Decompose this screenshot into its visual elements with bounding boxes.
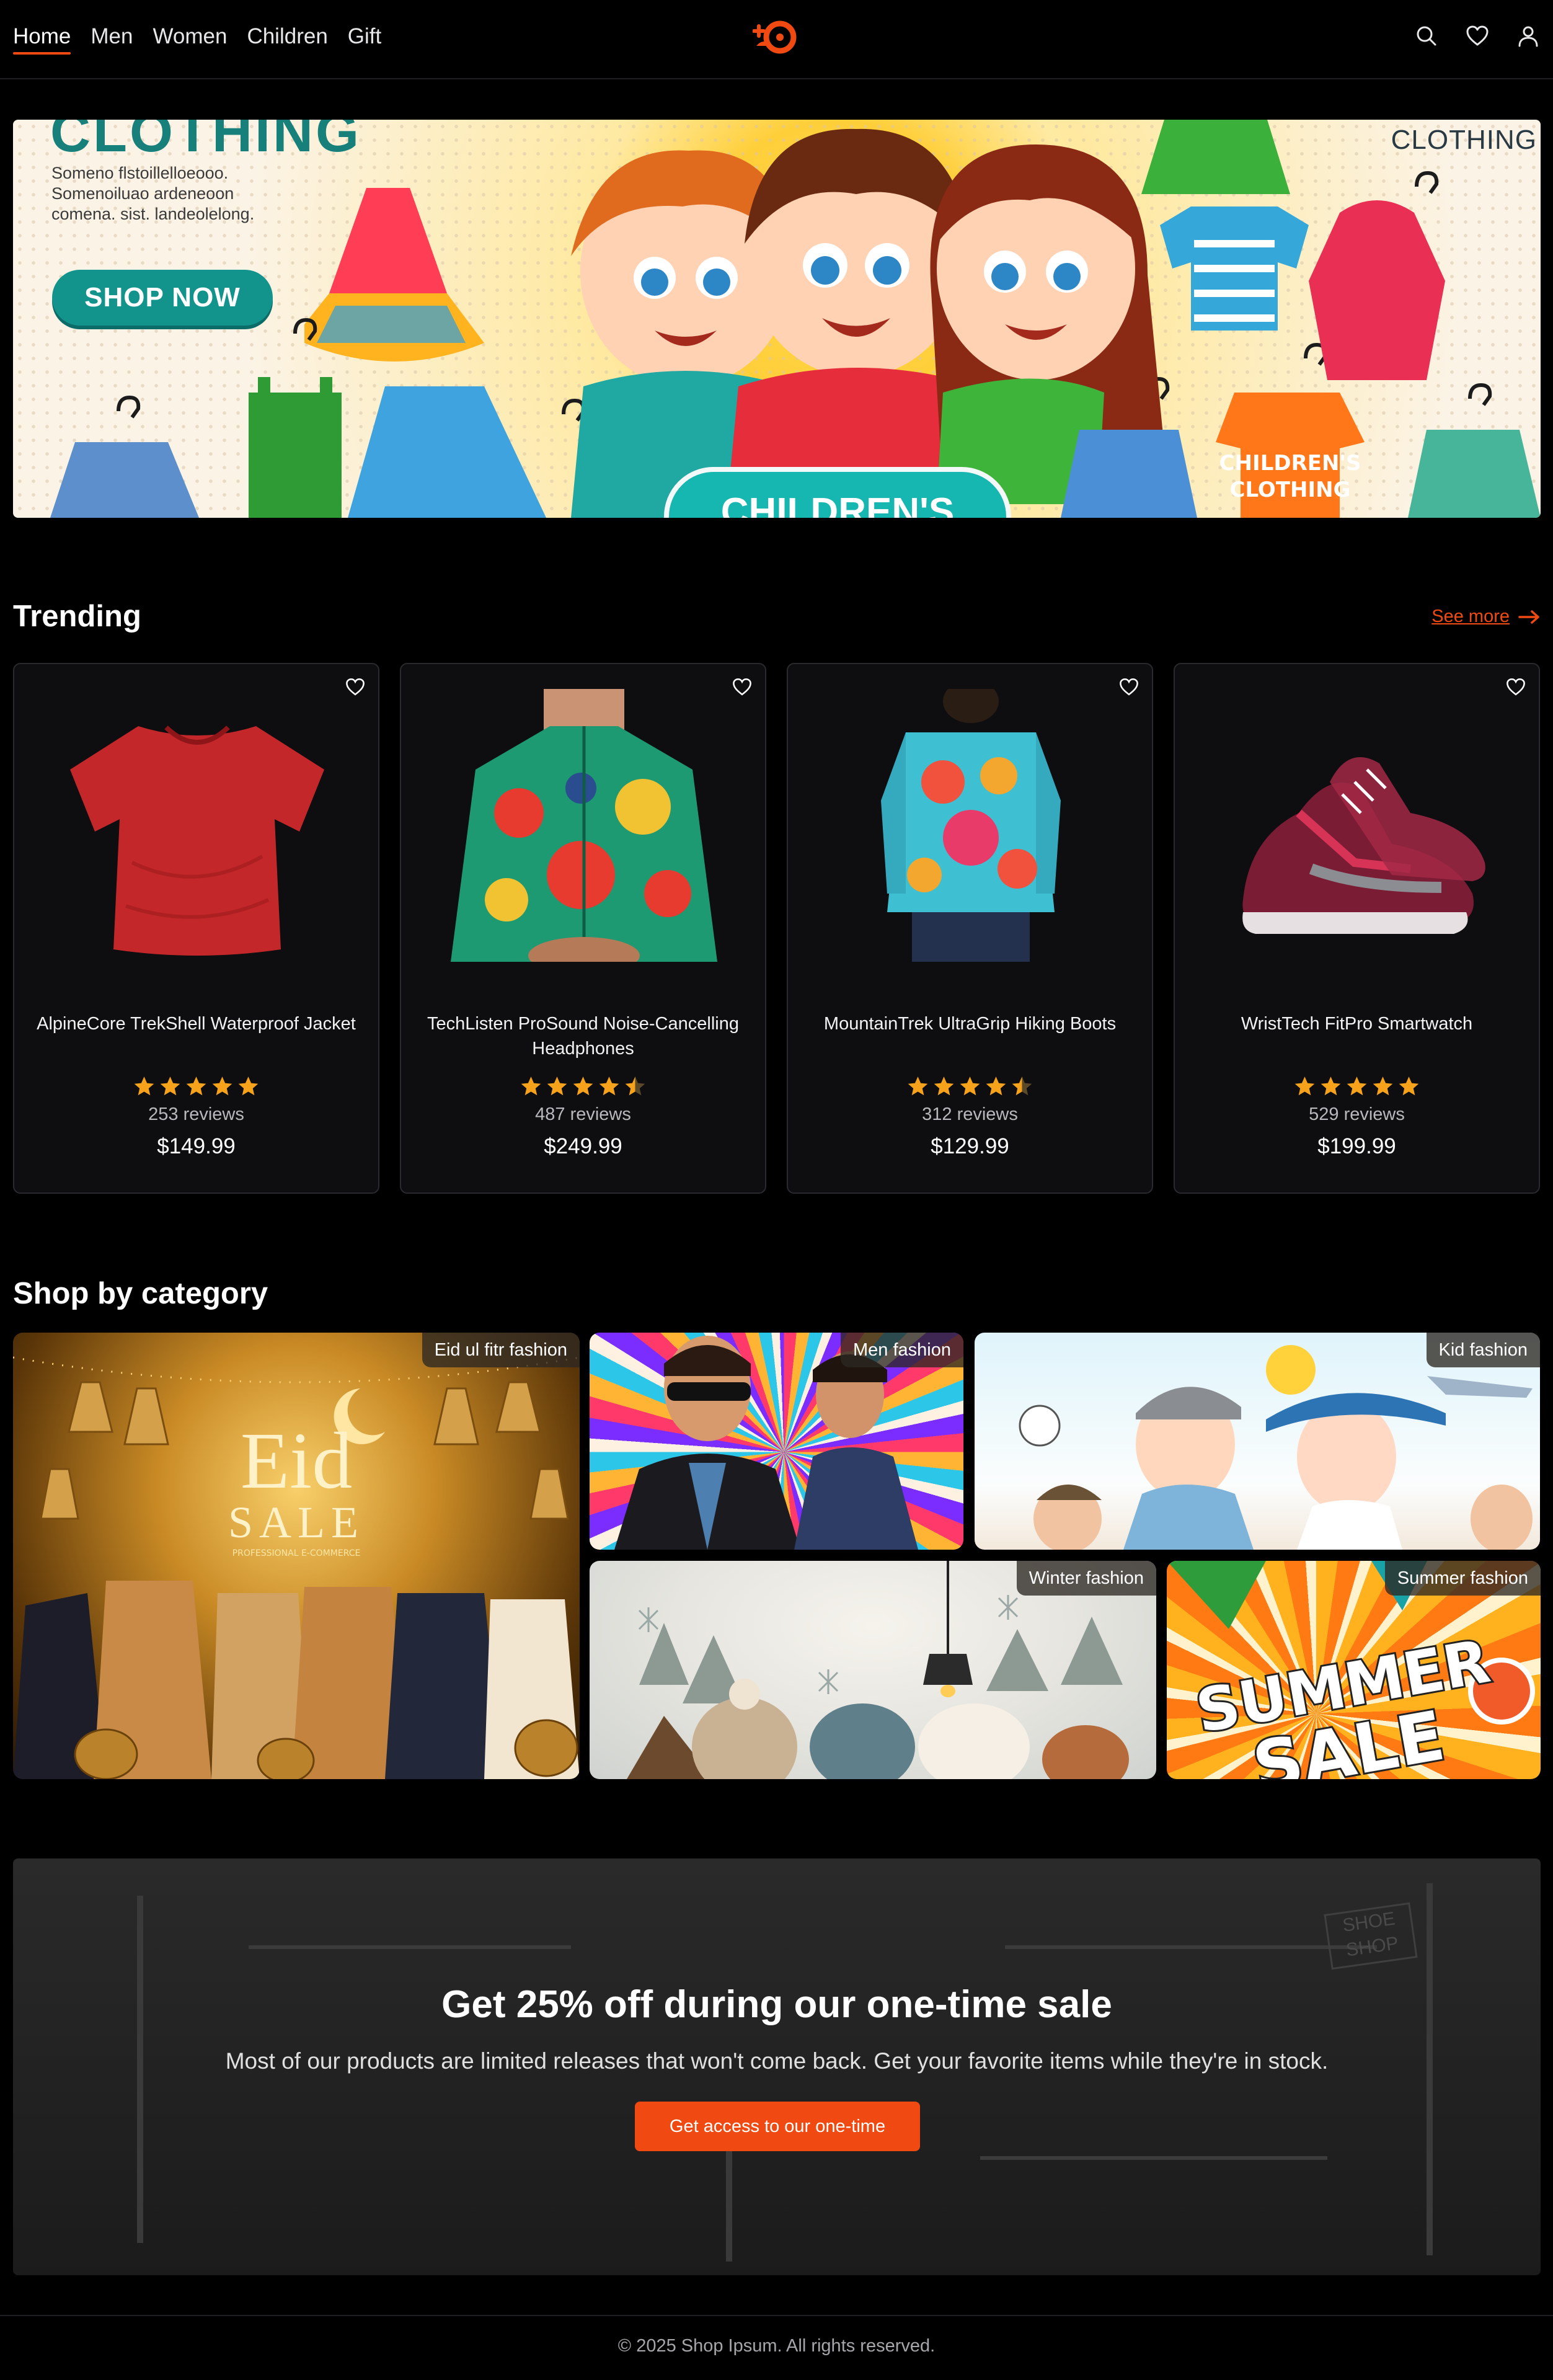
product-name[interactable]: MountainTrek UltraGrip Hiking Boots: [800, 1011, 1139, 1036]
product-card[interactable]: AlpineCore TrekShell Waterproof Jacket 2…: [13, 663, 379, 1194]
product-image-patterned-shirt[interactable]: [819, 689, 1123, 962]
rating-stars: [1175, 1075, 1539, 1098]
header-actions: [1414, 24, 1541, 48]
store-shelf: [980, 2156, 1327, 2160]
nav-men[interactable]: Men: [91, 21, 133, 52]
trending-title: Trending: [13, 600, 141, 633]
eid-artwork: Eid SALE PROFESSIONAL E-COMMERCE: [13, 1356, 580, 1779]
review-count: 312 reviews: [922, 1104, 1018, 1124]
see-more-link[interactable]: See more: [1431, 606, 1541, 627]
wishlist-heart-icon[interactable]: [1118, 677, 1139, 698]
star-icon: [236, 1075, 260, 1098]
category-summer[interactable]: SUMMER SALE Summer fashion: [1167, 1561, 1541, 1779]
rating-stars: [401, 1075, 765, 1098]
brand-logo[interactable]: [753, 19, 800, 56]
product-price: $129.99: [931, 1134, 1009, 1158]
hero-illustration: CHILDREN'S CLOTHING: [50, 120, 1541, 518]
star-icon: [1345, 1075, 1369, 1098]
heart-icon[interactable]: [1465, 24, 1490, 48]
svg-text:CLOTHING: CLOTHING: [1230, 477, 1351, 502]
product-name[interactable]: WristTech FitPro Smartwatch: [1187, 1011, 1526, 1036]
sale-title: Get 25% off during our one-time sale: [441, 1983, 1112, 2026]
star-icon: [1371, 1075, 1395, 1098]
product-name[interactable]: TechListen ProSound Noise-Cancelling Hea…: [414, 1011, 753, 1061]
sale-body: Most of our products are limited release…: [225, 2048, 1329, 2074]
nav-women[interactable]: Women: [153, 21, 227, 52]
nav-home[interactable]: Home: [13, 21, 71, 55]
review-count: 529 reviews: [1309, 1104, 1405, 1124]
category-tag: Kid fashion: [1426, 1333, 1540, 1367]
nav-children[interactable]: Children: [247, 21, 327, 52]
product-card[interactable]: MountainTrek UltraGrip Hiking Boots 312 …: [787, 663, 1153, 1194]
category-tag: Winter fashion: [1016, 1561, 1156, 1596]
product-price: $199.99: [1317, 1134, 1396, 1158]
arrow-right-icon: [1518, 610, 1539, 624]
user-icon[interactable]: [1516, 24, 1541, 48]
category-tag: Summer fashion: [1384, 1561, 1541, 1596]
eid-small: PROFESSIONAL E-COMMERCE: [232, 1548, 361, 1558]
category-men[interactable]: Men fashion: [590, 1333, 963, 1550]
eid-headline: Eid: [241, 1416, 353, 1506]
category-kids[interactable]: Kid fashion: [975, 1333, 1540, 1550]
star-icon: [932, 1075, 956, 1098]
nav-gift[interactable]: Gift: [348, 21, 381, 52]
star-icon: [571, 1075, 595, 1098]
star-icon: [158, 1075, 182, 1098]
star-icon: [184, 1075, 208, 1098]
category-winter[interactable]: Winter fashion: [590, 1561, 1156, 1779]
star-icon: [132, 1075, 156, 1098]
rating-stars: [788, 1075, 1152, 1098]
copyright-text: © 2025 Shop Ipsum. All rights reserved.: [617, 2336, 936, 2356]
sale-cta-button[interactable]: Get access to our one-time: [635, 2102, 920, 2151]
star-icon: [1293, 1075, 1317, 1098]
rating-stars: [14, 1075, 378, 1098]
search-icon[interactable]: [1414, 24, 1439, 48]
star-icon: [623, 1075, 647, 1098]
svg-text:CHILDREN'S: CHILDREN'S: [1219, 451, 1361, 476]
category-tag: Eid ul fitr fashion: [422, 1333, 580, 1367]
product-name[interactable]: AlpineCore TrekShell Waterproof Jacket: [27, 1011, 366, 1036]
star-icon: [958, 1075, 982, 1098]
product-price: $249.99: [544, 1134, 622, 1158]
product-card[interactable]: TechListen ProSound Noise-Cancelling Hea…: [400, 663, 766, 1194]
eid-sub: SALE: [228, 1498, 365, 1547]
star-icon: [1397, 1075, 1421, 1098]
product-image-floral-shirt[interactable]: [432, 689, 737, 962]
store-shelf: [1005, 1945, 1377, 1949]
star-icon: [597, 1075, 621, 1098]
category-tag: Men fashion: [841, 1333, 963, 1367]
trending-products: AlpineCore TrekShell Waterproof Jacket 2…: [13, 663, 1541, 1194]
see-more-label: See more: [1431, 606, 1510, 626]
star-icon: [519, 1075, 543, 1098]
site-footer: © 2025 Shop Ipsum. All rights reserved.: [0, 2315, 1553, 2380]
star-icon: [1010, 1075, 1034, 1098]
store-sign: SHOE SHOP: [1324, 1902, 1418, 1970]
product-image-tshirt[interactable]: [45, 689, 350, 962]
product-price: $149.99: [157, 1134, 236, 1158]
main-nav: Home Men Women Children Gift: [13, 21, 381, 55]
star-icon: [210, 1075, 234, 1098]
store-shelf: [249, 1945, 571, 1949]
product-image-sneakers[interactable]: [1206, 689, 1510, 962]
star-icon: [984, 1075, 1008, 1098]
hero-bottom-banner: CHILDREN'S: [664, 467, 1011, 518]
star-icon: [906, 1075, 930, 1098]
category-eid[interactable]: Eid SALE PROFESSIONAL E-COMMERCE Eid ul …: [13, 1333, 580, 1779]
sale-banner: SHOE SHOP Get 25% off during our one-tim…: [13, 1858, 1541, 2275]
site-header: Home Men Women Children Gift: [0, 0, 1553, 79]
product-card[interactable]: WristTech FitPro Smartwatch 529 reviews …: [1174, 663, 1540, 1194]
hero-banner[interactable]: CLOTHING CLOTHING Someno flstoillelloeoo…: [13, 120, 1541, 518]
review-count: 253 reviews: [148, 1104, 244, 1124]
star-icon: [545, 1075, 569, 1098]
star-icon: [1319, 1075, 1343, 1098]
category-title: Shop by category: [13, 1277, 268, 1310]
review-count: 487 reviews: [535, 1104, 631, 1124]
dress-illustration: [329, 188, 447, 293]
